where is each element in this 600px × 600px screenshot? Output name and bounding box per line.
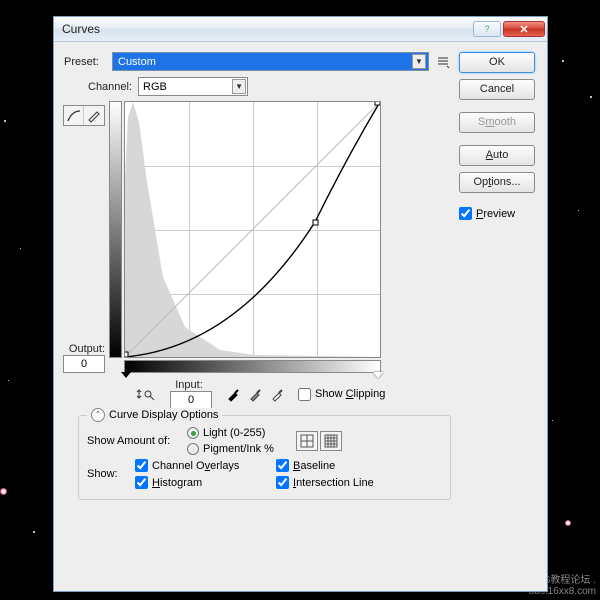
channel-dropdown[interactable]: RGB ▼ [138, 77, 248, 96]
auto-button[interactable]: Auto [459, 145, 535, 166]
black-eyedropper[interactable] [224, 385, 242, 403]
close-icon: ✕ [519, 23, 528, 36]
chevron-down-icon: ▼ [232, 79, 246, 94]
output-gradient [109, 101, 122, 358]
white-point-slider[interactable] [373, 372, 383, 378]
pencil-curve-tool[interactable] [84, 106, 104, 125]
black-point-slider[interactable] [121, 372, 131, 378]
cancel-button[interactable]: Cancel [459, 79, 535, 100]
input-label: Input: [170, 379, 208, 391]
curves-dialog: Curves ? ✕ Preset: Custom ▼ Channel: RGB [53, 16, 548, 592]
preset-label: Preset: [64, 56, 106, 68]
histogram-checkbox[interactable]: Histogram [135, 476, 270, 489]
curve-display-options-label: Curve Display Options [109, 409, 218, 421]
preset-menu-button[interactable] [435, 55, 451, 69]
show-label: Show: [87, 468, 127, 480]
title-bar[interactable]: Curves ? ✕ [54, 17, 547, 42]
light-radio[interactable]: Light (0-255) [187, 427, 274, 439]
show-clipping-checkbox[interactable]: Show Clipping [298, 388, 385, 401]
collapse-button[interactable]: ˆ [91, 408, 105, 422]
output-label: Output: [63, 343, 105, 355]
window-title: Curves [62, 22, 471, 36]
preview-checkbox[interactable]: Preview [459, 207, 537, 220]
smooth-button[interactable]: Smooth [459, 112, 535, 133]
curves-graph[interactable] [124, 101, 381, 358]
channel-label: Channel: [88, 81, 132, 93]
target-adjust-tool[interactable] [134, 383, 158, 405]
baseline-checkbox[interactable]: Baseline [276, 459, 374, 472]
channel-overlays-checkbox[interactable]: Channel Overlays [135, 459, 270, 472]
close-button[interactable]: ✕ [503, 21, 545, 37]
grid-fine-button[interactable] [320, 431, 342, 451]
preset-dropdown[interactable]: Custom ▼ [112, 52, 429, 71]
chevron-up-icon: ˆ [97, 411, 100, 420]
curve-line [125, 102, 380, 357]
input-gradient[interactable] [124, 360, 381, 373]
options-button[interactable]: Options... [459, 172, 535, 193]
smooth-curve-tool[interactable] [64, 106, 84, 125]
help-button[interactable]: ? [473, 21, 501, 37]
curve-display-options-group: ˆ Curve Display Options Show Amount of: … [78, 415, 451, 500]
intersection-checkbox[interactable]: Intersection Line [276, 476, 374, 489]
pigment-radio[interactable]: Pigment/Ink % [187, 443, 274, 455]
show-amount-label: Show Amount of: [87, 435, 179, 447]
grid-coarse-button[interactable] [296, 431, 318, 451]
output-field[interactable]: 0 [63, 355, 105, 373]
curve-draw-mode [63, 105, 105, 126]
gray-eyedropper[interactable] [246, 385, 264, 403]
white-eyedropper[interactable] [268, 385, 286, 403]
preset-value: Custom [118, 56, 156, 68]
chevron-down-icon: ▼ [412, 54, 426, 69]
input-field[interactable]: 0 [170, 391, 212, 409]
channel-value: RGB [143, 81, 167, 93]
ok-button[interactable]: OK [459, 52, 535, 73]
